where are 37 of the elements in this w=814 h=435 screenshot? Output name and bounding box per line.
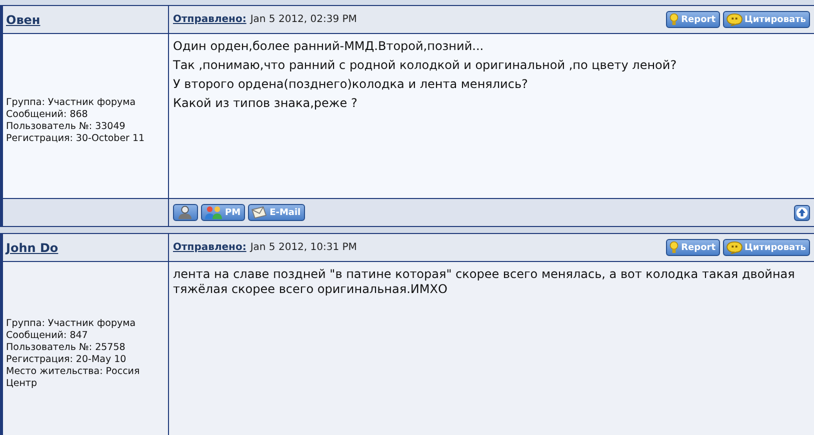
- message-text: лента на славе поздней "в патине которая" скорее всего менялась, а вот колодка такая двойная тяжёлая скорее всего оригинальная.ИМХО: [173, 267, 796, 297]
- speech-bubble-icon: [726, 13, 743, 26]
- lightbulb-icon: [669, 12, 680, 26]
- message-text: Какой из типов знака,реже ?: [173, 96, 358, 111]
- member-detail: Сообщений: 847: [6, 330, 89, 342]
- quote-button[interactable]: Цитировать: [722, 239, 810, 256]
- member-detail: Регистрация: 30-October 11: [6, 133, 146, 145]
- member-detail: Место жительства: Россия: [6, 366, 141, 378]
- lightbulb-icon: [669, 240, 680, 254]
- pm-button[interactable]: PM: [201, 204, 245, 221]
- person-icon: [176, 205, 194, 220]
- member-detail: Группа: Участник форума: [6, 318, 137, 330]
- back-to-top-button[interactable]: [794, 204, 810, 220]
- message-text: Один орден,более ранний-ММД.Второй,позний...: [173, 39, 485, 54]
- message-text: У второго ордена(позднего)колодка и лента менялись?: [173, 77, 529, 92]
- member-detail: Пользователь №: 25758: [6, 342, 126, 354]
- email-button[interactable]: E-Mail: [248, 204, 305, 221]
- speech-bubble-icon: [726, 241, 743, 254]
- member-detail: Сообщений: 868: [6, 109, 89, 121]
- post-date: Jan 5 2012, 02:39 PM: [250, 14, 357, 25]
- posted-link[interactable]: Отправлено:: [173, 14, 246, 25]
- envelope-icon: [250, 206, 268, 219]
- author-link[interactable]: Овен: [6, 12, 40, 26]
- message-text: Так ,понимаю,что ранний с родной колодкой и оригинальной ,по цвету леной?: [173, 58, 678, 73]
- post-date: Jan 5 2012, 10:31 PM: [250, 242, 357, 253]
- quote-button[interactable]: Цитировать: [722, 11, 810, 28]
- arrow-up-icon: [796, 206, 808, 218]
- member-detail: Регистрация: 20-May 10: [6, 354, 128, 366]
- people-icon: [204, 205, 223, 220]
- report-button[interactable]: Report: [666, 11, 720, 28]
- member-detail: Пользователь №: 33049: [6, 121, 126, 133]
- member-detail: Группа: Участник форума: [6, 97, 137, 109]
- posted-link[interactable]: Отправлено:: [173, 242, 246, 253]
- profile-button[interactable]: [173, 204, 198, 221]
- member-detail: Центр: [6, 378, 38, 390]
- report-button[interactable]: Report: [666, 239, 720, 256]
- author-link[interactable]: John Do: [6, 240, 58, 254]
